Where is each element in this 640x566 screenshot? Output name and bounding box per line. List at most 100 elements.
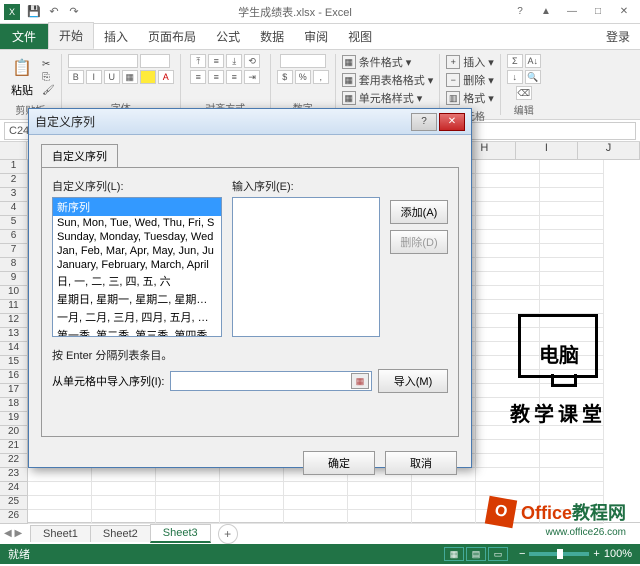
delete-cells-button[interactable]: −删除 ▾ (446, 72, 494, 88)
font-color-button[interactable]: A (158, 70, 174, 84)
cell[interactable] (28, 482, 92, 496)
font-name[interactable] (68, 54, 138, 68)
list-item[interactable]: 一月, 二月, 三月, 四月, 五月, 六月, (53, 308, 221, 326)
align-middle[interactable]: ≡ (208, 54, 224, 68)
row-header[interactable]: 1 (0, 160, 28, 174)
list-item[interactable]: 日, 一, 二, 三, 四, 五, 六 (53, 272, 221, 290)
row-header[interactable]: 26 (0, 510, 28, 524)
cell[interactable] (92, 482, 156, 496)
ribbon-collapse-icon[interactable]: ▲ (534, 4, 558, 20)
cell[interactable] (156, 482, 220, 496)
zoom-level[interactable]: 100% (604, 548, 632, 560)
cell[interactable] (412, 510, 476, 524)
sheet-tab-1[interactable]: Sheet1 (30, 525, 91, 542)
align-bottom[interactable]: ⤓ (226, 54, 242, 68)
sheet-nav[interactable]: ◀ ▶ (4, 528, 22, 539)
cell[interactable] (156, 496, 220, 510)
indent[interactable]: ⇥ (244, 70, 260, 84)
list-item[interactable]: Sunday, Monday, Tuesday, Wed (53, 230, 221, 244)
row-header[interactable]: 10 (0, 286, 28, 300)
list-item[interactable]: 新序列 (53, 198, 221, 216)
align-center[interactable]: ≡ (208, 70, 224, 84)
row-header[interactable]: 18 (0, 398, 28, 412)
cell[interactable] (540, 426, 604, 440)
cell[interactable] (412, 482, 476, 496)
cancel-button[interactable]: 取消 (385, 451, 457, 475)
row-header[interactable]: 8 (0, 258, 28, 272)
cell[interactable] (540, 286, 604, 300)
row-header[interactable]: 13 (0, 328, 28, 342)
cell[interactable] (540, 174, 604, 188)
cell[interactable] (476, 202, 540, 216)
sheet-tab-2[interactable]: Sheet2 (90, 525, 151, 542)
cell[interactable] (540, 272, 604, 286)
row-header[interactable]: 4 (0, 202, 28, 216)
conditional-format-button[interactable]: ▦条件格式 ▾ (342, 54, 434, 70)
view-page-break-button[interactable]: ▭ (488, 547, 508, 561)
cell[interactable] (284, 510, 348, 524)
zoom-out-button[interactable]: − (519, 548, 525, 560)
cell[interactable] (476, 286, 540, 300)
row-header[interactable]: 2 (0, 174, 28, 188)
row-header[interactable]: 17 (0, 384, 28, 398)
tab-formula[interactable]: 公式 (206, 24, 250, 49)
orientation[interactable]: ⟲ (244, 54, 260, 68)
list-item[interactable]: Sun, Mon, Tue, Wed, Thu, Fri, S (53, 216, 221, 230)
cut-icon[interactable]: ✂ (42, 59, 55, 70)
cell[interactable] (476, 160, 540, 174)
row-header[interactable]: 12 (0, 314, 28, 328)
dialog-titlebar[interactable]: 自定义序列 ? ✕ (29, 109, 471, 135)
save-icon[interactable]: 💾 (26, 4, 42, 20)
cell[interactable] (476, 272, 540, 286)
cell[interactable] (92, 510, 156, 524)
comma[interactable]: , (313, 70, 329, 84)
underline-button[interactable]: U (104, 70, 120, 84)
row-header[interactable]: 19 (0, 412, 28, 426)
col-i[interactable]: I (516, 142, 578, 159)
bold-button[interactable]: B (68, 70, 84, 84)
tab-review[interactable]: 审阅 (294, 24, 338, 49)
cell[interactable] (220, 482, 284, 496)
clear-button[interactable]: ⌫ (516, 86, 532, 100)
cell[interactable] (476, 482, 540, 496)
row-header[interactable]: 24 (0, 482, 28, 496)
cell[interactable] (476, 300, 540, 314)
cell[interactable] (476, 216, 540, 230)
cell[interactable] (284, 496, 348, 510)
minimize-icon[interactable]: — (560, 4, 584, 20)
cell[interactable] (348, 510, 412, 524)
view-normal-button[interactable]: ▦ (444, 547, 464, 561)
cell[interactable] (412, 496, 476, 510)
cell[interactable] (476, 188, 540, 202)
row-header[interactable]: 15 (0, 356, 28, 370)
cell[interactable] (476, 440, 540, 454)
cell[interactable] (540, 482, 604, 496)
select-all-corner[interactable] (0, 142, 27, 159)
row-header[interactable]: 7 (0, 244, 28, 258)
cell[interactable] (540, 202, 604, 216)
cell[interactable] (476, 244, 540, 258)
list-item[interactable]: 星期日, 星期一, 星期二, 星期三, 星 (53, 290, 221, 308)
cell[interactable] (476, 454, 540, 468)
col-j[interactable]: J (578, 142, 640, 159)
cell[interactable] (476, 426, 540, 440)
cell[interactable] (92, 496, 156, 510)
tab-view[interactable]: 视图 (338, 24, 382, 49)
fill-color-button[interactable] (140, 70, 156, 84)
sheet-tab-3[interactable]: Sheet3 (150, 524, 211, 543)
italic-button[interactable]: I (86, 70, 102, 84)
cell[interactable] (540, 300, 604, 314)
cell[interactable] (476, 468, 540, 482)
entry-textarea[interactable] (232, 197, 380, 337)
tab-data[interactable]: 数据 (250, 24, 294, 49)
format-painter-icon[interactable]: 🖌 (42, 85, 55, 96)
row-header[interactable]: 20 (0, 426, 28, 440)
row-header[interactable]: 16 (0, 370, 28, 384)
autosum-button[interactable]: Σ (507, 54, 523, 68)
border-button[interactable]: ▦ (122, 70, 138, 84)
cell[interactable] (476, 258, 540, 272)
cell[interactable] (540, 258, 604, 272)
cell[interactable] (348, 482, 412, 496)
cell[interactable] (540, 216, 604, 230)
fill-button[interactable]: ↓ (507, 70, 523, 84)
